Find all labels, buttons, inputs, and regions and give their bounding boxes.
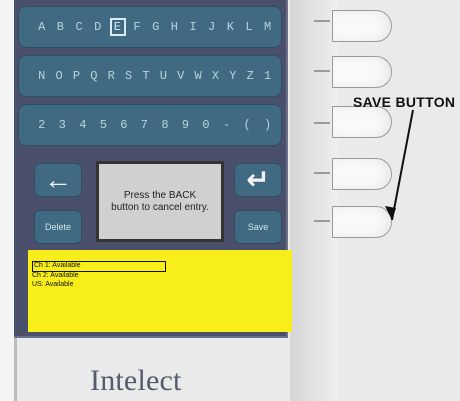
key-3[interactable]: 3: [58, 118, 68, 132]
key-7[interactable]: 7: [140, 118, 150, 132]
key-8[interactable]: 8: [160, 118, 170, 132]
key-l[interactable]: L: [244, 20, 254, 34]
key-e-selected[interactable]: E: [109, 18, 126, 36]
key-w[interactable]: W: [193, 69, 203, 83]
key-m[interactable]: M: [263, 20, 273, 34]
delete-button[interactable]: Delete: [34, 210, 82, 244]
softkey-tick-5: [314, 220, 330, 222]
save-button-label: SAVE BUTTON: [353, 94, 456, 110]
key-u[interactable]: U: [159, 69, 169, 83]
back-button[interactable]: ←: [34, 163, 82, 197]
key-left-paren[interactable]: (: [242, 118, 252, 132]
softkey-tick-1: [314, 20, 330, 22]
key-y[interactable]: Y: [228, 69, 238, 83]
key-o[interactable]: O: [54, 69, 64, 83]
key-6[interactable]: 6: [119, 118, 129, 132]
device-divider: [290, 0, 338, 401]
key-j[interactable]: J: [207, 20, 217, 34]
instruction-message: Press the BACK button to cancel entry.: [96, 161, 224, 242]
key-v[interactable]: V: [176, 69, 186, 83]
key-r[interactable]: R: [107, 69, 117, 83]
key-0[interactable]: 0: [201, 118, 211, 132]
key-n[interactable]: N: [37, 69, 47, 83]
softkey-tick-4: [314, 172, 330, 174]
status-line-ch1: Ch 1: Available: [32, 261, 166, 272]
key-k[interactable]: K: [226, 20, 236, 34]
key-f[interactable]: F: [132, 20, 142, 34]
soft-key-2[interactable]: [332, 56, 392, 88]
save-label: Save: [247, 222, 269, 232]
key-2[interactable]: 2: [37, 118, 47, 132]
key-right-paren[interactable]: ): [263, 118, 273, 132]
key-b[interactable]: B: [56, 20, 66, 34]
instruction-text: Press the BACK button to cancel entry.: [111, 189, 209, 213]
softkey-tick-2: [314, 70, 330, 72]
status-panel: Ch 1: Available Ch 2: Available US: Avai…: [28, 250, 292, 332]
key-h[interactable]: H: [170, 20, 180, 34]
soft-key-3[interactable]: [332, 106, 392, 138]
keyboard-row-3[interactable]: 2 3 4 5 6 7 8 9 0 - ( ): [18, 104, 282, 146]
soft-key-1[interactable]: [332, 10, 392, 42]
save-button[interactable]: Save: [234, 210, 282, 244]
key-q[interactable]: Q: [89, 69, 99, 83]
keyboard-row-1[interactable]: A B C D E F G H I J K L M: [18, 6, 282, 48]
key-s[interactable]: S: [124, 69, 134, 83]
key-dash[interactable]: -: [222, 118, 232, 132]
softkey-tick-3: [314, 122, 330, 124]
key-c[interactable]: C: [74, 20, 84, 34]
enter-button[interactable]: ↵: [234, 163, 282, 197]
back-arrow-icon: ←: [44, 164, 72, 195]
key-4[interactable]: 4: [78, 118, 88, 132]
key-i[interactable]: I: [188, 20, 198, 34]
status-line-ch2: Ch 2: Available: [32, 272, 79, 279]
status-line-us: US: Available: [32, 281, 74, 288]
enter-arrow-icon: ↵: [246, 164, 270, 195]
delete-label: Delete: [44, 222, 71, 232]
brand-name: Intelect: [90, 364, 182, 397]
key-t[interactable]: T: [141, 69, 151, 83]
key-p[interactable]: P: [72, 69, 82, 83]
key-5[interactable]: 5: [99, 118, 109, 132]
key-9[interactable]: 9: [181, 118, 191, 132]
key-z[interactable]: Z: [246, 69, 256, 83]
key-1[interactable]: 1: [263, 69, 273, 83]
key-a[interactable]: A: [37, 20, 47, 34]
lcd-screen: A B C D E F G H I J K L M N O P Q R S T …: [14, 0, 292, 338]
key-d[interactable]: D: [93, 20, 103, 34]
soft-key-4[interactable]: [332, 158, 392, 190]
key-x[interactable]: X: [211, 69, 221, 83]
keyboard-row-2[interactable]: N O P Q R S T U V W X Y Z 1: [18, 55, 282, 97]
soft-key-5[interactable]: [332, 206, 392, 238]
key-g[interactable]: G: [151, 20, 161, 34]
